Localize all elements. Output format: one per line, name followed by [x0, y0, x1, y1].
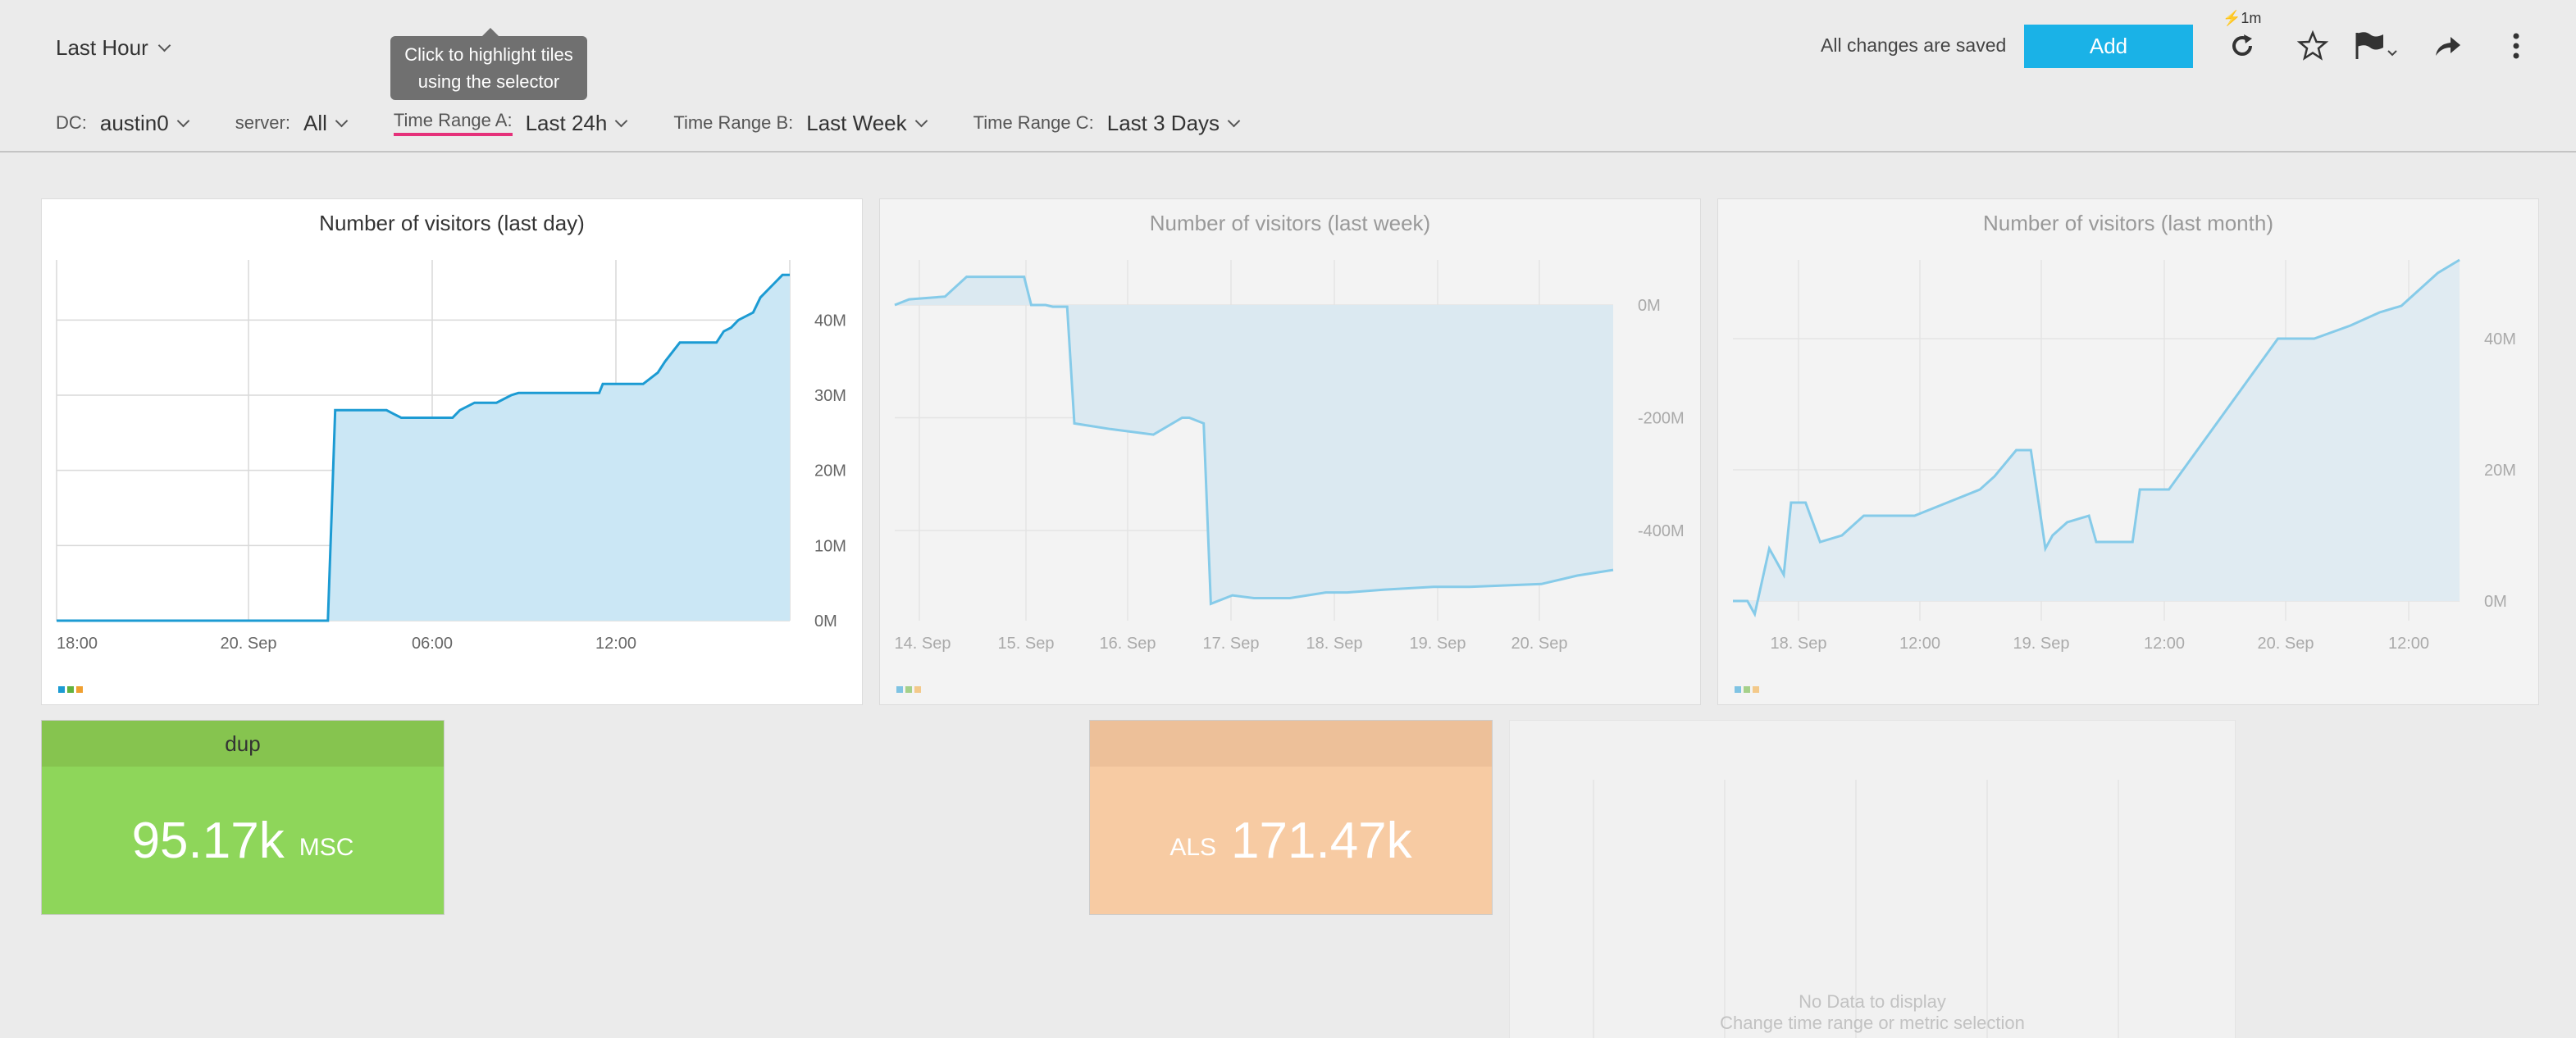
x-tick-label: 20. Sep	[1511, 635, 1568, 653]
legend-swatch	[896, 686, 903, 693]
x-tick-label: 12:00	[595, 635, 636, 653]
series-area	[57, 275, 790, 621]
chart-tile-last-week[interactable]: Number of visitors (last week) 0M -200M -4…	[879, 198, 1701, 705]
x-tick-label: 18:00	[57, 635, 98, 653]
save-status: All changes are saved	[1821, 34, 2007, 56]
chart-legend	[896, 686, 921, 693]
chevron-down-icon	[1227, 114, 1241, 127]
more-vertical-icon[interactable]	[2496, 26, 2536, 66]
series-area	[1733, 260, 2460, 614]
chevron-down-icon	[914, 114, 928, 127]
legend-swatch	[67, 686, 74, 693]
y-tick-label: 20M	[2484, 462, 2516, 480]
global-timeframe-selector[interactable]: Last Hour	[56, 31, 171, 64]
chevron-down-icon	[176, 114, 190, 127]
single-value-tile-als[interactable]: ALS 171.47k	[1089, 720, 1493, 915]
timeframe-label: Last Hour	[56, 34, 148, 60]
visitors-last-week-chart: 0M -200M -400M 14. Sep 15. Sep 16. Sep 17. Sep…	[894, 260, 1685, 653]
y-tick-label: 30M	[814, 387, 846, 405]
y-tick-label: 0M	[1638, 297, 1661, 315]
chevron-down-icon	[615, 114, 628, 127]
x-tick-label: 18. Sep	[1306, 635, 1363, 653]
add-button[interactable]: Add	[2024, 25, 2193, 68]
legend-swatch	[58, 686, 65, 693]
y-tick-label: 10M	[814, 537, 846, 555]
bolt-icon: ⚡	[2223, 10, 2241, 26]
no-data-hint: Change time range or metric selection	[1720, 1013, 2025, 1033]
x-tick-label: 12:00	[1899, 635, 1940, 653]
legend-swatch	[1753, 686, 1759, 693]
tile-value: 95.17k	[131, 812, 285, 869]
legend-swatch	[905, 686, 912, 693]
tile-prefix: ALS	[1169, 834, 1217, 861]
tile-value: 171.47k	[1231, 812, 1412, 869]
selector-time-range-c[interactable]: Time Range C: Last 3 Days	[973, 111, 1241, 136]
visitors-last-day-chart: 0M 10M 20M 30M 40M 18:00 20. Sep 06:00 12:00	[56, 260, 846, 653]
x-tick-label: 12:00	[2388, 635, 2429, 653]
x-tick-label: 14. Sep	[895, 635, 951, 653]
y-tick-label: 40M	[2484, 330, 2516, 348]
chart-tile-last-day[interactable]: Number of visitors (last day) 0M 10M 20M 30…	[41, 198, 863, 705]
visitors-last-month-chart: 0M 20M 40M 18. Sep 12:00 19. Sep 12:00 20. Sep 1…	[1733, 258, 2516, 653]
x-tick-label: 17. Sep	[1203, 635, 1260, 653]
x-tick-label: 19. Sep	[1410, 635, 1466, 653]
refresh-interval-badge: ⚡1m	[2223, 10, 2262, 26]
chart-legend	[58, 686, 83, 693]
selector-dc[interactable]: DC: austin0	[56, 111, 190, 136]
y-tick-label: 0M	[2484, 593, 2507, 611]
y-tick-label: -200M	[1638, 410, 1685, 428]
y-tick-label: -400M	[1638, 522, 1685, 540]
x-tick-label: 12:00	[2144, 635, 2185, 653]
y-tick-label: 20M	[814, 462, 846, 480]
series-area	[895, 276, 1613, 604]
tile-title	[1090, 721, 1492, 767]
legend-swatch	[914, 686, 921, 693]
share-icon[interactable]	[2428, 26, 2467, 66]
chart-tile-last-month[interactable]: Number of visitors (last month) 0M 20M 40M…	[1717, 198, 2539, 705]
x-tick-label: 16. Sep	[1100, 635, 1156, 653]
single-value-tile-dup[interactable]: dup 95.17k MSC	[41, 720, 445, 915]
x-tick-label: 06:00	[412, 635, 453, 653]
empty-chart-grid	[1593, 780, 2119, 1038]
dashboard-header: Last Hour Click to highlight tiles using…	[0, 0, 2576, 153]
no-data-message: No Data to display	[1799, 991, 1946, 1012]
y-tick-label: 40M	[814, 312, 846, 330]
variable-selectors: DC: austin0 server: All Time Range A: La…	[56, 107, 1241, 139]
tile-value-area: 95.17k MSC	[42, 767, 444, 914]
flag-icon[interactable]	[2350, 26, 2403, 66]
chevron-down-icon	[157, 39, 171, 52]
star-icon[interactable]	[2293, 26, 2332, 66]
legend-swatch	[1735, 686, 1741, 693]
selector-time-range-a[interactable]: Time Range A: Last 24h	[393, 110, 628, 136]
selector-time-range-b[interactable]: Time Range B: Last Week	[673, 111, 928, 136]
x-tick-label: 20. Sep	[2258, 635, 2314, 653]
chart-legend	[1735, 686, 1759, 693]
refresh-icon[interactable]	[2223, 26, 2262, 66]
legend-swatch	[1744, 686, 1750, 693]
x-tick-label: 18. Sep	[1771, 635, 1827, 653]
x-tick-label: 15. Sep	[998, 635, 1055, 653]
tile-value-area: ALS 171.47k	[1090, 767, 1492, 914]
y-tick-label: 0M	[814, 612, 837, 631]
tile-unit: MSC	[299, 834, 354, 861]
chevron-down-icon	[335, 114, 349, 127]
tile-title: dup	[42, 721, 444, 767]
x-tick-label: 20. Sep	[221, 635, 277, 653]
legend-swatch	[76, 686, 83, 693]
empty-chart-tile[interactable]: No Data to display Change time range or …	[1509, 720, 2236, 1038]
selector-tooltip: Click to highlight tiles using the selec…	[390, 28, 587, 100]
selector-server[interactable]: server: All	[235, 111, 349, 136]
x-tick-label: 19. Sep	[2013, 635, 2070, 653]
